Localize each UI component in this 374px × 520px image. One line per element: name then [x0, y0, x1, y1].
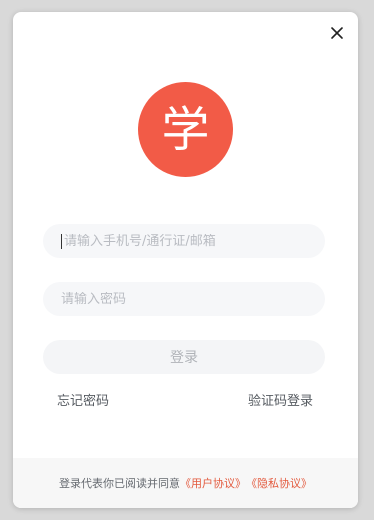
login-dialog: 学 登录 忘记密码 验证码登录 登录代表你已阅读并同意 《用户协议》 《隐私协议… — [13, 12, 358, 508]
close-button[interactable] — [326, 22, 348, 44]
privacy-agreement-link[interactable]: 《隐私协议》 — [246, 475, 312, 491]
app-logo: 学 — [138, 82, 233, 177]
agreement-prefix: 登录代表你已阅读并同意 — [59, 477, 180, 490]
text-caret — [61, 233, 62, 249]
sms-login-link[interactable]: 验证码登录 — [248, 390, 313, 409]
agreement-footer: 登录代表你已阅读并同意 《用户协议》 《隐私协议》 — [13, 458, 358, 508]
phone-field[interactable] — [43, 224, 325, 258]
phone-input[interactable] — [64, 233, 307, 249]
password-input[interactable] — [61, 291, 307, 307]
login-button[interactable]: 登录 — [43, 340, 325, 374]
logo-char: 学 — [161, 101, 210, 158]
forgot-password-link[interactable]: 忘记密码 — [57, 390, 109, 409]
close-icon — [331, 27, 343, 39]
user-agreement-link[interactable]: 《用户协议》 — [180, 475, 246, 491]
password-field[interactable] — [43, 282, 325, 316]
